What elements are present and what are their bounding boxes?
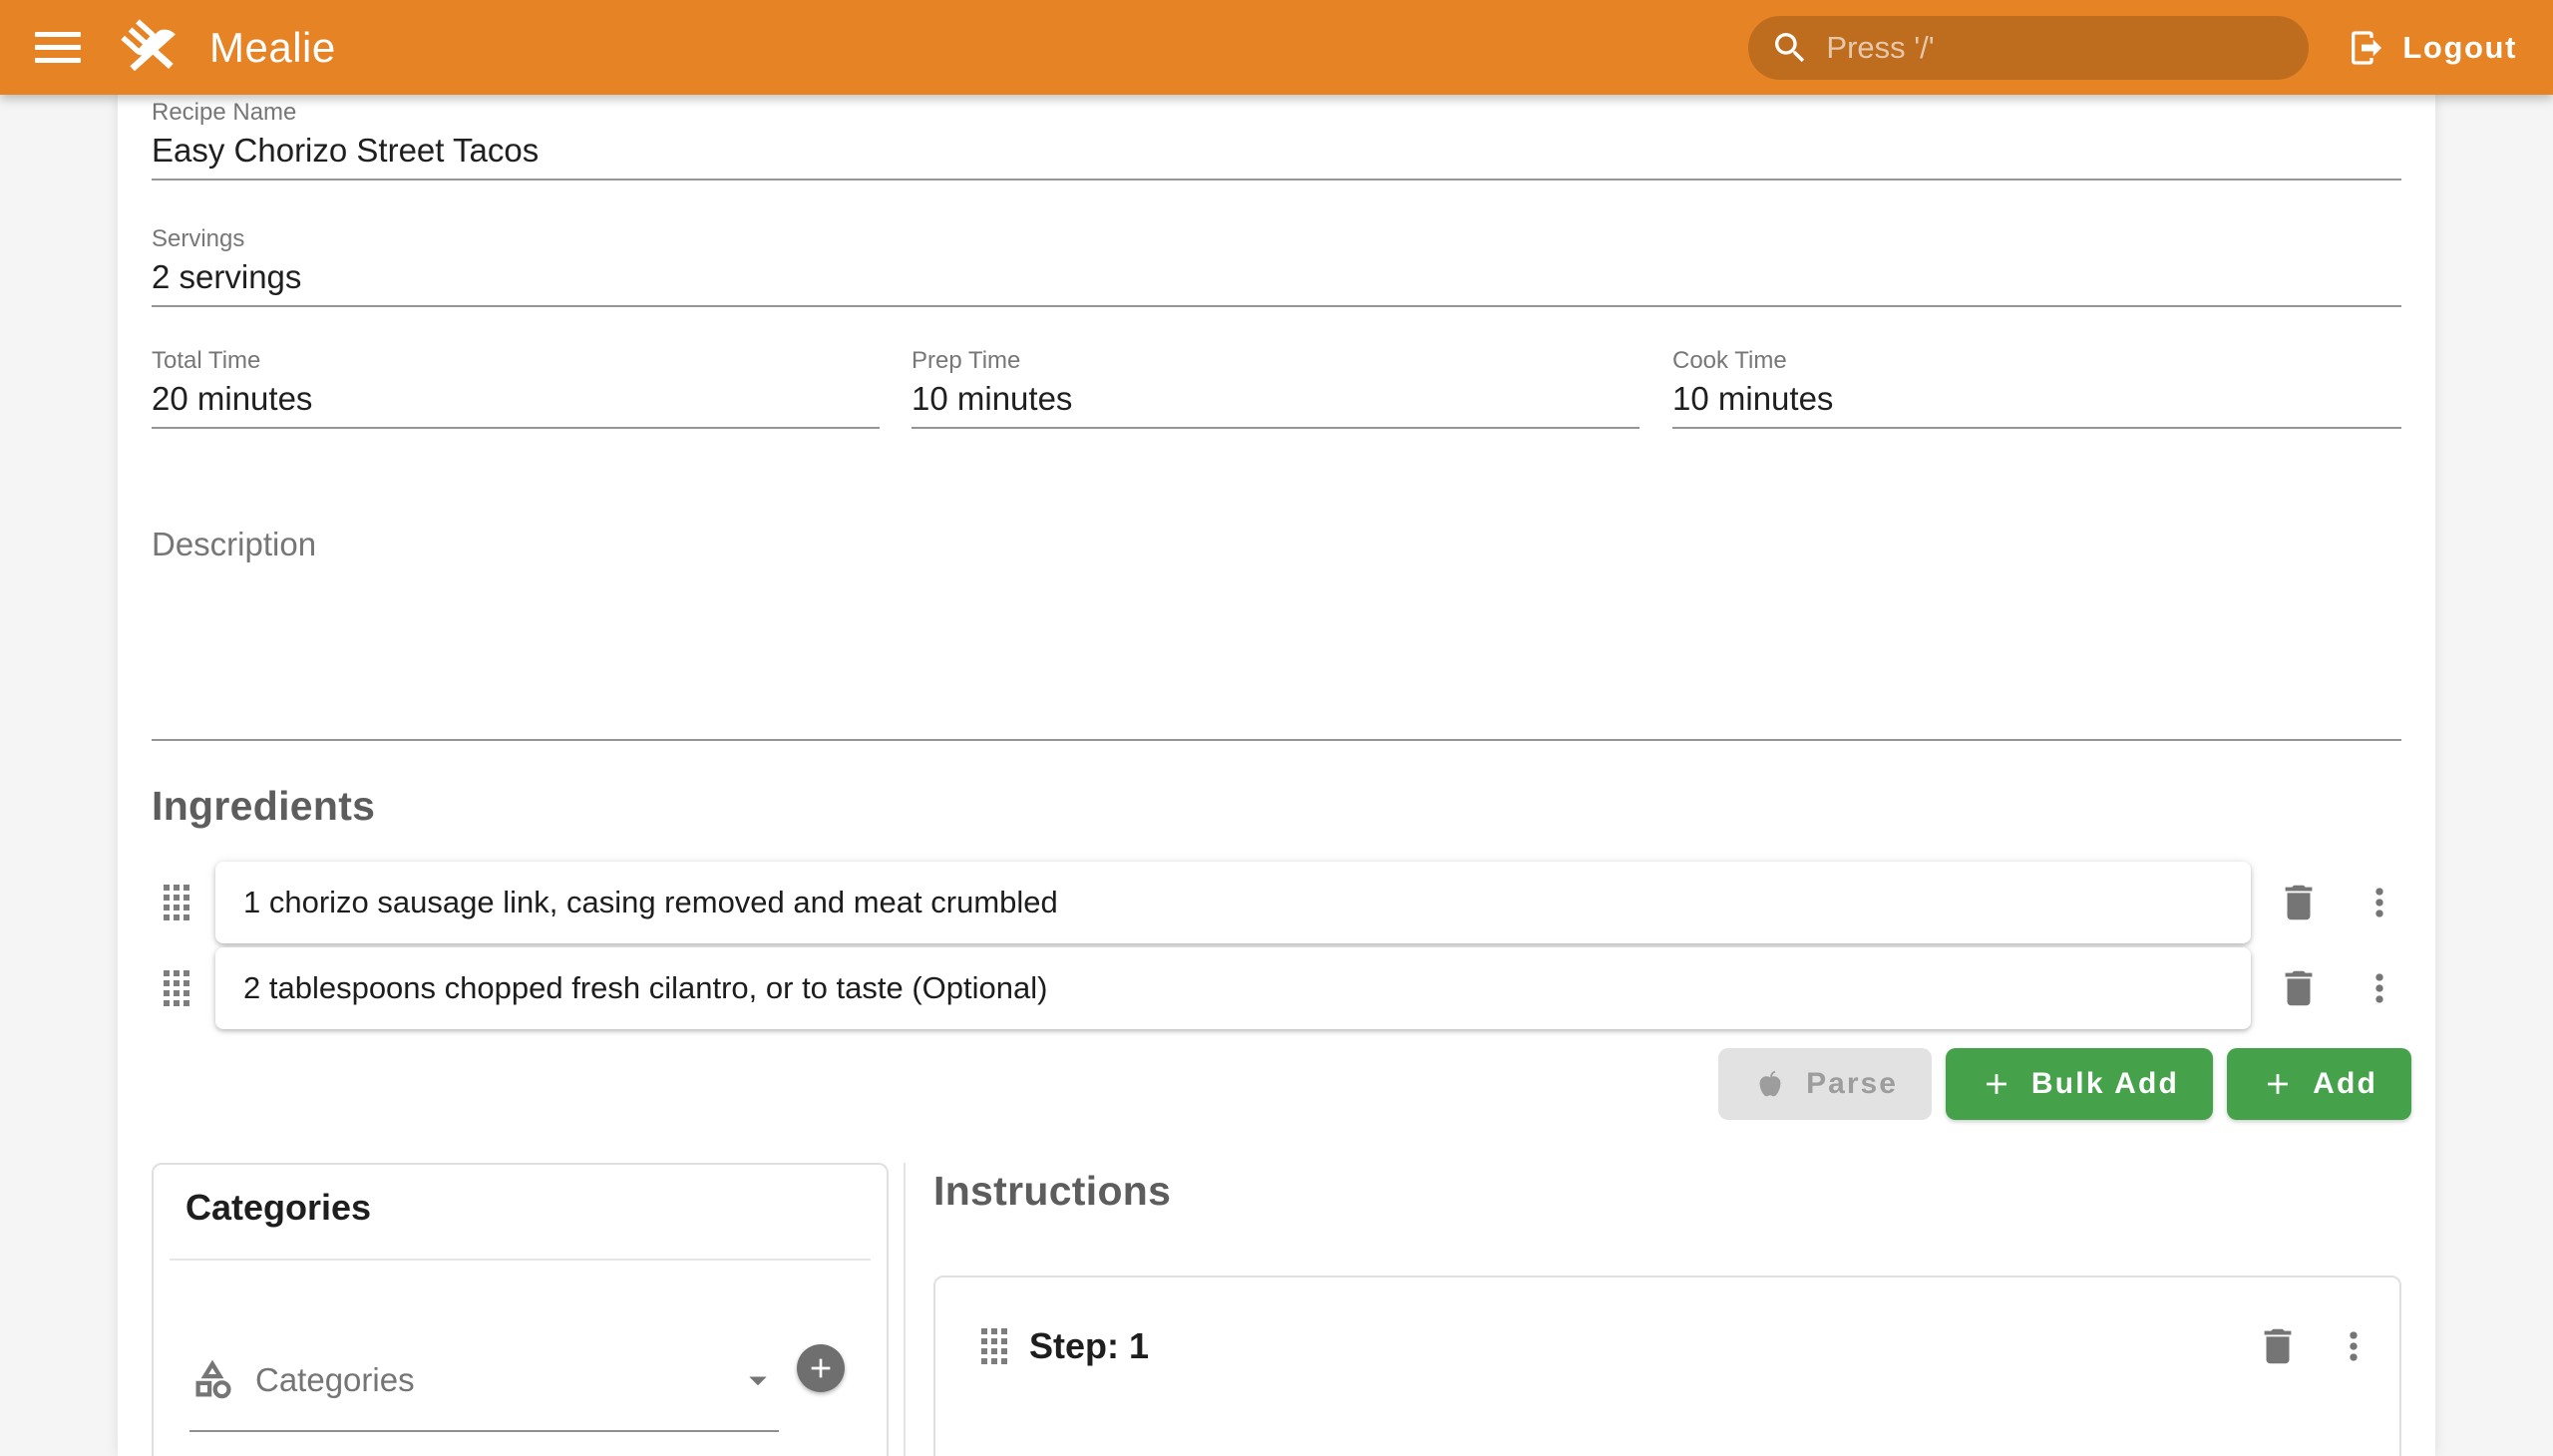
step-title: Step: 1 [1029, 1325, 2252, 1367]
chevron-down-icon [737, 1359, 779, 1401]
ingredients-heading: Ingredients [152, 783, 375, 830]
drag-handle-icon[interactable] [164, 970, 189, 1006]
hamburger-menu-button[interactable] [30, 20, 86, 76]
dots-vertical-icon [2332, 1324, 2375, 1368]
ingredient-card [215, 947, 2251, 1029]
total-time-input[interactable] [152, 375, 880, 427]
prep-time-label: Prep Time [912, 347, 1640, 375]
parse-label: Parse [1806, 1067, 1898, 1101]
instructions-heading: Instructions [933, 1168, 1171, 1215]
trash-icon [2255, 1323, 2301, 1369]
servings-field: Servings [152, 225, 2401, 307]
ingredient-actions: Parse Bulk Add Add [152, 1048, 2411, 1120]
dots-vertical-icon [2358, 966, 2401, 1010]
total-time-field: Total Time [152, 347, 880, 429]
plus-icon [2261, 1067, 2295, 1101]
column-divider [904, 1163, 906, 1456]
cook-time-label: Cook Time [1672, 347, 2401, 375]
delete-step-button[interactable] [2252, 1320, 2304, 1372]
prep-time-field: Prep Time [912, 347, 1640, 429]
categories-select[interactable]: Categories [189, 1330, 779, 1432]
shapes-icon [189, 1357, 235, 1403]
ingredient-menu-button[interactable] [2358, 962, 2401, 1014]
description-field [152, 514, 2401, 741]
categories-divider [170, 1259, 871, 1261]
search-icon [1770, 28, 1810, 68]
step-menu-button[interactable] [2332, 1320, 2375, 1372]
ingredient-row [152, 947, 2401, 1029]
categories-title: Categories [185, 1187, 371, 1229]
servings-label: Servings [152, 225, 2401, 253]
drag-handle-icon[interactable] [164, 885, 189, 920]
app-header: Mealie Press '/' Logout [0, 0, 2553, 95]
mealie-recipe-editor: Mealie Press '/' Logout Recipe Name Serv… [0, 0, 2553, 1456]
add-category-button[interactable] [797, 1344, 845, 1392]
logout-label: Logout [2402, 30, 2517, 66]
total-time-label: Total Time [152, 347, 880, 375]
drag-handle-icon[interactable] [981, 1328, 1007, 1364]
recipe-name-field: Recipe Name [152, 99, 2401, 181]
dots-vertical-icon [2358, 881, 2401, 924]
recipe-editor-card: Recipe Name Servings Total Time Prep Tim… [118, 95, 2435, 1456]
ingredient-row [152, 862, 2401, 943]
apple-icon [1752, 1066, 1788, 1102]
hamburger-menu-icon [35, 32, 81, 37]
step-header: Step: 1 [965, 1315, 2375, 1377]
categories-select-placeholder: Categories [255, 1361, 737, 1399]
add-label: Add [2313, 1067, 2377, 1101]
cook-time-field: Cook Time [1672, 347, 2401, 429]
bulk-add-label: Bulk Add [2031, 1067, 2179, 1101]
description-textarea[interactable] [152, 514, 2401, 739]
delete-ingredient-button[interactable] [2273, 877, 2324, 928]
plus-icon [805, 1352, 837, 1384]
recipe-name-input[interactable] [152, 127, 2401, 179]
add-button[interactable]: Add [2227, 1048, 2411, 1120]
mealie-logo-icon [118, 15, 183, 81]
plus-icon [1980, 1067, 2013, 1101]
parse-button[interactable]: Parse [1718, 1048, 1932, 1120]
search-input[interactable]: Press '/' [1748, 16, 2309, 80]
trash-icon [2276, 880, 2322, 925]
delete-ingredient-button[interactable] [2273, 962, 2324, 1014]
trash-icon [2276, 965, 2322, 1011]
ingredient-menu-button[interactable] [2358, 877, 2401, 928]
servings-input[interactable] [152, 253, 2401, 305]
ingredient-input[interactable] [243, 885, 2223, 920]
instruction-step-card: Step: 1 Combine crumbled chorizo and chi… [933, 1275, 2401, 1456]
recipe-name-label: Recipe Name [152, 99, 2401, 127]
categories-card: Categories Categories [152, 1163, 889, 1456]
cook-time-input[interactable] [1672, 375, 2401, 427]
search-placeholder: Press '/' [1826, 30, 1934, 66]
logout-icon [2347, 28, 2386, 68]
app-title: Mealie [209, 24, 336, 72]
bulk-add-button[interactable]: Bulk Add [1946, 1048, 2213, 1120]
logout-button[interactable]: Logout [2337, 12, 2527, 84]
ingredient-input[interactable] [243, 970, 2223, 1006]
prep-time-input[interactable] [912, 375, 1640, 427]
ingredient-card [215, 862, 2251, 943]
